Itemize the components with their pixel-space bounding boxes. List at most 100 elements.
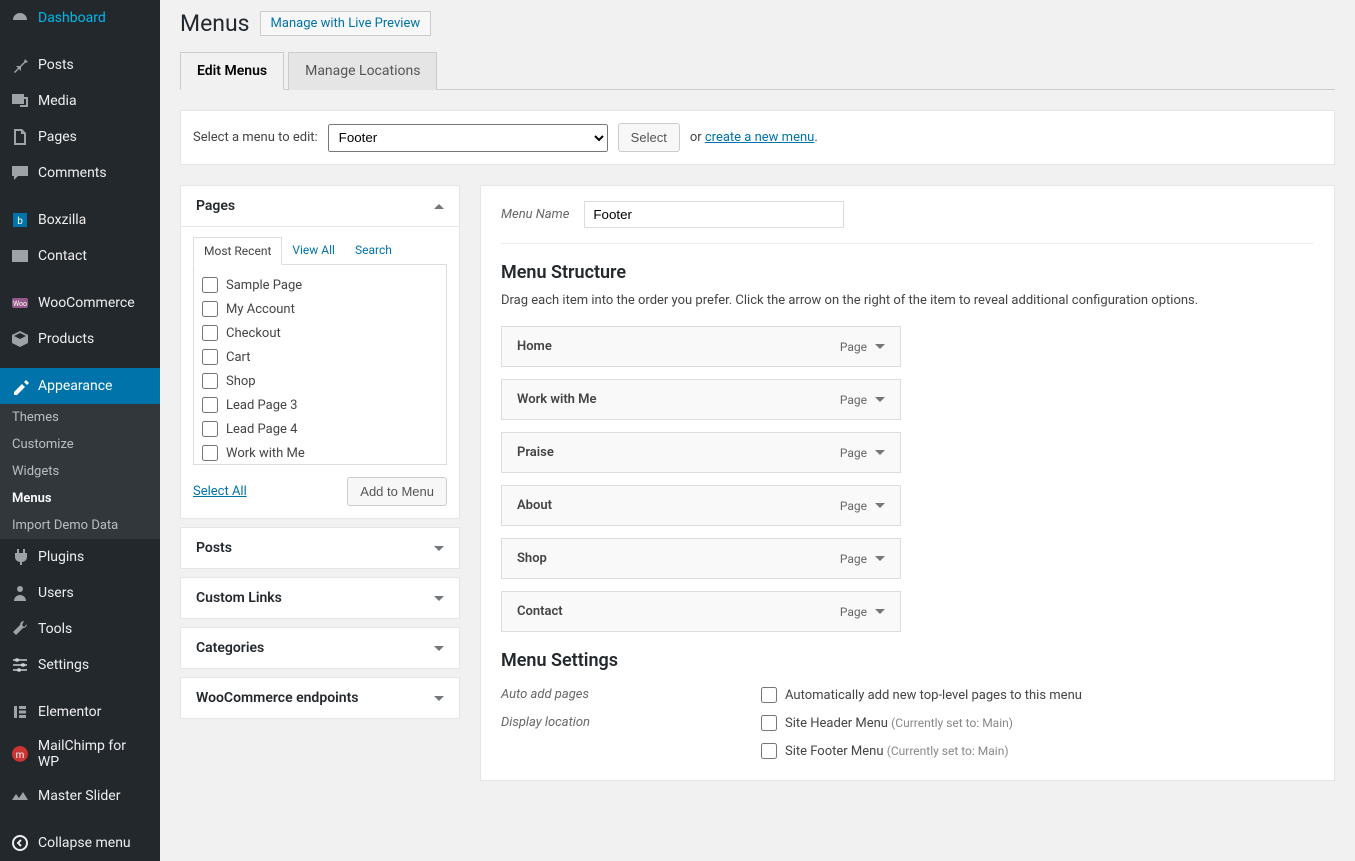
sidebar-item-label: Pages xyxy=(38,129,77,145)
accordion-header[interactable]: Pages xyxy=(181,186,459,227)
create-new-menu-link[interactable]: create a new menu xyxy=(705,130,814,145)
page-checkbox[interactable] xyxy=(202,301,218,317)
page-list-item[interactable]: My Account xyxy=(202,297,438,321)
settings-icon xyxy=(10,655,30,675)
sidebar-item-woocommerce[interactable]: WooWooCommerce xyxy=(0,285,160,321)
sidebar-item-posts[interactable]: Posts xyxy=(0,47,160,83)
page-checkbox[interactable] xyxy=(202,397,218,413)
page-list-item[interactable]: Sample Page xyxy=(202,273,438,297)
sidebar-item-label: WooCommerce xyxy=(38,295,135,311)
elementor-icon xyxy=(10,702,30,722)
select-button[interactable]: Select xyxy=(618,123,680,152)
sidebar-subitem-import-demo-data[interactable]: Import Demo Data xyxy=(0,512,160,539)
settings-label: Auto add pages xyxy=(501,687,761,703)
sidebar-item-boxzilla[interactable]: bBoxzilla xyxy=(0,202,160,238)
menu-select-dropdown[interactable]: Footer xyxy=(328,124,608,152)
acc-tab-search[interactable]: Search xyxy=(345,237,402,264)
caret-down-icon[interactable] xyxy=(875,503,885,508)
caret-down-icon xyxy=(434,646,444,651)
sidebar-item-label: Elementor xyxy=(38,704,101,720)
select-all-link[interactable]: Select All xyxy=(193,484,247,499)
menu-item-title: Home xyxy=(517,339,552,354)
settings-checkbox[interactable] xyxy=(761,687,777,703)
manage-live-preview-link[interactable]: Manage with Live Preview xyxy=(260,11,432,36)
caret-down-icon[interactable] xyxy=(875,556,885,561)
settings-option[interactable]: Site Footer Menu (Currently set to: Main… xyxy=(761,743,1009,759)
settings-checkbox[interactable] xyxy=(761,743,777,759)
menu-item[interactable]: Work with MePage xyxy=(501,379,901,420)
accordion-posts: Posts xyxy=(180,527,460,569)
sidebar-subitem-themes[interactable]: Themes xyxy=(0,404,160,431)
menu-item[interactable]: AboutPage xyxy=(501,485,901,526)
caret-down-icon[interactable] xyxy=(875,397,885,402)
sidebar-item-mailchimp-for-wp[interactable]: mMailChimp for WP xyxy=(0,730,160,778)
tab-manage-locations[interactable]: Manage Locations xyxy=(288,52,437,90)
sidebar-item-label: Boxzilla xyxy=(38,212,86,228)
sidebar-item-master-slider[interactable]: Master Slider xyxy=(0,778,160,814)
sidebar-subitem-customize[interactable]: Customize xyxy=(0,431,160,458)
sidebar-item-label: Products xyxy=(38,331,94,347)
add-to-menu-button[interactable]: Add to Menu xyxy=(347,477,447,506)
acc-tab-most-recent[interactable]: Most Recent xyxy=(193,237,282,265)
sidebar-item-products[interactable]: Products xyxy=(0,321,160,357)
sidebar-item-comments[interactable]: Comments xyxy=(0,155,160,191)
sidebar-subitem-menus[interactable]: Menus xyxy=(0,485,160,512)
settings-checkbox[interactable] xyxy=(761,715,777,731)
accordion-categories: Categories xyxy=(180,627,460,669)
sidebar-item-label: Media xyxy=(38,93,77,109)
caret-down-icon[interactable] xyxy=(875,344,885,349)
menu-item[interactable]: ShopPage xyxy=(501,538,901,579)
sidebar-item-pages[interactable]: Pages xyxy=(0,119,160,155)
sidebar-item-label: Plugins xyxy=(38,549,84,565)
sidebar-item-users[interactable]: Users xyxy=(0,575,160,611)
accordion-header[interactable]: Posts xyxy=(181,528,459,568)
settings-label: Display location xyxy=(501,715,761,731)
menu-editor-column: Menu Name Menu Structure Drag each item … xyxy=(480,185,1335,781)
accordion-header[interactable]: Custom Links xyxy=(181,578,459,618)
sidebar-item-settings[interactable]: Settings xyxy=(0,647,160,683)
sidebar-item-media[interactable]: Media xyxy=(0,83,160,119)
page-list-item[interactable]: Lead Page 4 xyxy=(202,417,438,441)
page-list-item[interactable]: Checkout xyxy=(202,321,438,345)
page-checkbox[interactable] xyxy=(202,325,218,341)
sidebar-item-collapse-menu[interactable]: Collapse menu xyxy=(0,825,160,861)
sidebar-item-plugins[interactable]: Plugins xyxy=(0,539,160,575)
caret-down-icon[interactable] xyxy=(875,609,885,614)
menu-item[interactable]: PraisePage xyxy=(501,432,901,473)
page-list-item[interactable]: Cart xyxy=(202,345,438,369)
page-checkbox[interactable] xyxy=(202,373,218,389)
sidebar-item-tools[interactable]: Tools xyxy=(0,611,160,647)
page-checkbox[interactable] xyxy=(202,349,218,365)
sidebar-item-elementor[interactable]: Elementor xyxy=(0,694,160,730)
menu-item[interactable]: ContactPage xyxy=(501,591,901,632)
sidebar-item-label: Collapse menu xyxy=(38,835,131,851)
menu-item[interactable]: HomePage xyxy=(501,326,901,367)
menu-name-input[interactable] xyxy=(584,201,844,228)
page-list-item[interactable]: Lead Page 3 xyxy=(202,393,438,417)
tab-edit-menus[interactable]: Edit Menus xyxy=(180,52,284,90)
settings-option[interactable]: Site Header Menu (Currently set to: Main… xyxy=(761,715,1013,731)
svg-text:m: m xyxy=(16,750,25,761)
accordion-header[interactable]: Categories xyxy=(181,628,459,668)
acc-tab-view-all[interactable]: View All xyxy=(282,237,345,264)
comments-icon xyxy=(10,163,30,183)
page-list-item[interactable]: Work with Me xyxy=(202,441,438,465)
page-checkbox[interactable] xyxy=(202,421,218,437)
users-icon xyxy=(10,583,30,603)
menu-structure-title: Menu Structure xyxy=(501,262,1314,283)
accordion-header[interactable]: WooCommerce endpoints xyxy=(181,678,459,718)
page-checkbox[interactable] xyxy=(202,277,218,293)
sidebar-item-contact[interactable]: Contact xyxy=(0,238,160,274)
menu-name-label: Menu Name xyxy=(501,207,569,222)
accordion-custom-links: Custom Links xyxy=(180,577,460,619)
menu-item-title: Contact xyxy=(517,604,563,619)
page-checkbox[interactable] xyxy=(202,445,218,461)
settings-option[interactable]: Automatically add new top-level pages to… xyxy=(761,687,1082,703)
sidebar-item-dashboard[interactable]: Dashboard xyxy=(0,0,160,36)
page-list-item[interactable]: Shop xyxy=(202,369,438,393)
settings-option-text: Automatically add new top-level pages to… xyxy=(785,688,1082,703)
sidebar-item-appearance[interactable]: Appearance xyxy=(0,368,160,404)
page-list[interactable]: Sample PageMy AccountCheckoutCartShopLea… xyxy=(193,265,447,465)
caret-down-icon[interactable] xyxy=(875,450,885,455)
sidebar-subitem-widgets[interactable]: Widgets xyxy=(0,458,160,485)
